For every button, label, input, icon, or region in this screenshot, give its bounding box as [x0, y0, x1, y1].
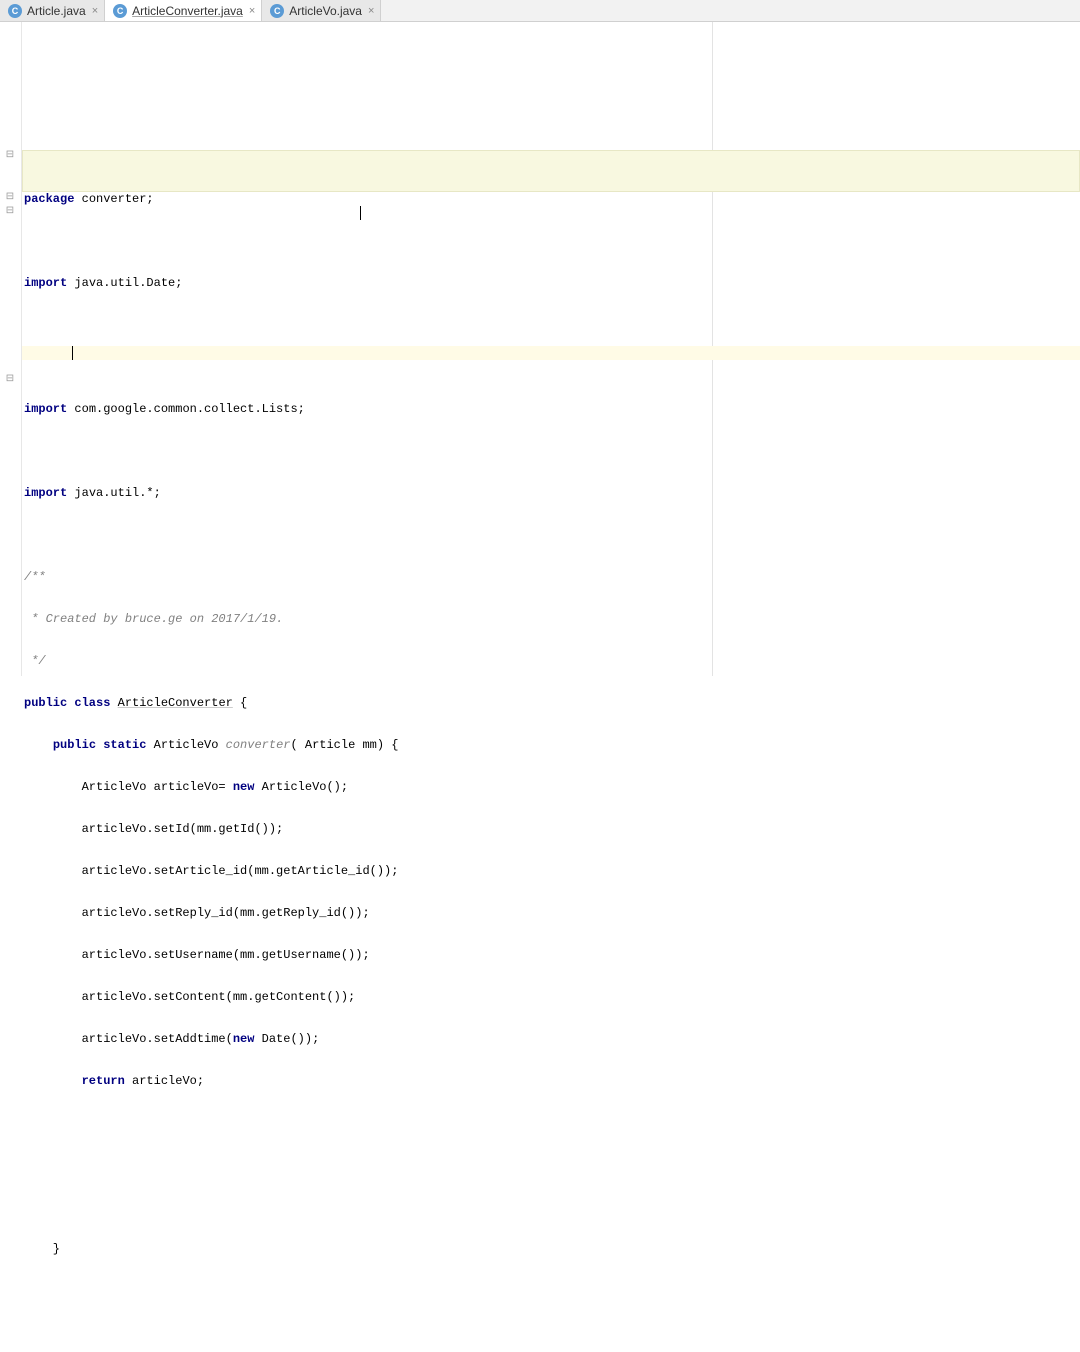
code-line: articleVo.setContent(mm.getContent());	[22, 990, 1080, 1004]
javadoc-band	[22, 150, 1080, 192]
tab-label: ArticleVo.java	[289, 4, 362, 18]
editor: ⊟ ⊟ ⊟ ⊟ package converter; import java.u…	[0, 22, 1080, 676]
code-line: import java.util.Date;	[22, 276, 1080, 290]
code-line: public static ArticleVo converter( Artic…	[22, 738, 1080, 752]
code-line	[22, 318, 1080, 332]
code-line	[22, 444, 1080, 458]
code-line: articleVo.setUsername(mm.getUsername());	[22, 948, 1080, 962]
code-line: import com.google.common.collect.Lists;	[22, 402, 1080, 416]
editor-caret-icon	[72, 346, 73, 360]
code-line: */	[22, 654, 1080, 668]
tab-articlevo[interactable]: C ArticleVo.java ×	[262, 0, 381, 21]
fold-marker-icon[interactable]: ⊟	[4, 150, 16, 162]
code-line: return articleVo;	[22, 1074, 1080, 1088]
code-line: * Created by bruce.ge on 2017/1/19.	[22, 612, 1080, 626]
code-line: package converter;	[22, 192, 1080, 206]
code-line: articleVo.setAddtime(new Date());	[22, 1032, 1080, 1046]
code-line: articleVo.setArticle_id(mm.getArticle_id…	[22, 864, 1080, 878]
code-area[interactable]: package converter; import java.util.Date…	[22, 22, 1080, 676]
current-line-highlight	[22, 346, 1080, 360]
fold-marker-icon[interactable]: ⊟	[4, 374, 16, 386]
fold-marker-icon[interactable]: ⊟	[4, 206, 16, 218]
gutter: ⊟ ⊟ ⊟ ⊟	[0, 22, 22, 676]
code-line	[22, 1200, 1080, 1214]
code-line: /**	[22, 570, 1080, 584]
class-icon: C	[8, 4, 22, 18]
code-line	[22, 234, 1080, 248]
code-line	[22, 1116, 1080, 1130]
fold-marker-icon[interactable]: ⊟	[4, 192, 16, 204]
code-line	[22, 1284, 1080, 1298]
code-line: public class ArticleConverter {	[22, 696, 1080, 710]
code-line	[22, 360, 1080, 374]
code-line	[22, 528, 1080, 542]
text-caret-icon	[360, 206, 361, 220]
code-line: import java.util.*;	[22, 486, 1080, 500]
code-line	[22, 1326, 1080, 1340]
tab-articleconverter[interactable]: C ArticleConverter.java ×	[105, 0, 262, 21]
close-icon[interactable]: ×	[249, 5, 255, 17]
code-line: articleVo.setId(mm.getId());	[22, 822, 1080, 836]
close-icon[interactable]: ×	[368, 5, 374, 17]
tab-label: ArticleConverter.java	[132, 4, 243, 18]
tab-label: Article.java	[27, 4, 86, 18]
code-line: articleVo.setReply_id(mm.getReply_id());	[22, 906, 1080, 920]
code-line: ArticleVo articleVo= new ArticleVo();	[22, 780, 1080, 794]
class-icon: C	[113, 4, 127, 18]
code-line: }	[22, 1242, 1080, 1256]
class-icon: C	[270, 4, 284, 18]
code-line	[22, 1158, 1080, 1172]
tab-article[interactable]: C Article.java ×	[0, 0, 105, 21]
close-icon[interactable]: ×	[92, 5, 98, 17]
tab-bar: C Article.java × C ArticleConverter.java…	[0, 0, 1080, 22]
